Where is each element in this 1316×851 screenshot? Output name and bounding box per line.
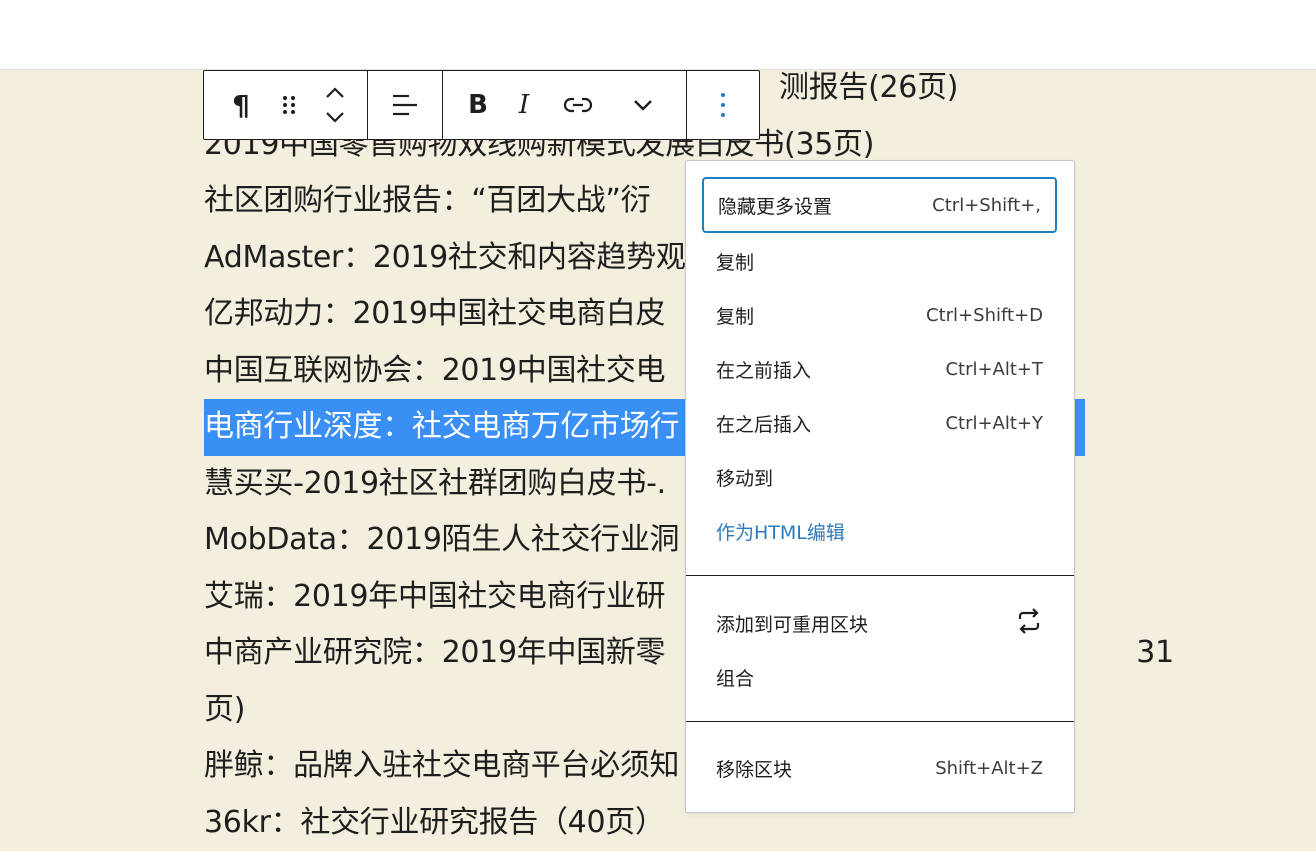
menu-item-label: 移除区块 <box>716 755 792 782</box>
menu-item-shortcut: Ctrl+Shift+, <box>932 195 1041 216</box>
menu-item-label: 作为HTML编辑 <box>716 518 845 545</box>
paragraph-icon[interactable]: ¶ <box>216 71 266 139</box>
block-options-menu: 隐藏更多设置 Ctrl+Shift+, 复制 复制 Ctrl+Shift+D 在… <box>685 160 1075 813</box>
block-toolbar: ¶ B I <box>203 70 760 140</box>
menu-item-shortcut: Ctrl+Alt+T <box>945 359 1043 380</box>
drag-handle-icon[interactable] <box>266 71 312 139</box>
add-to-reusable-item[interactable]: 添加到可重用区块 <box>702 596 1057 650</box>
menu-item-shortcut: Shift+Alt+Z <box>935 758 1043 779</box>
menu-divider <box>686 721 1074 722</box>
align-icon[interactable] <box>382 71 428 139</box>
insert-before-item[interactable]: 在之前插入 Ctrl+Alt+T <box>702 342 1057 396</box>
menu-item-label: 复制 <box>716 248 754 275</box>
copy-item[interactable]: 复制 <box>702 234 1057 288</box>
menu-item-label: 隐藏更多设置 <box>718 192 832 219</box>
remove-block-item[interactable]: 移除区块 Shift+Alt+Z <box>702 741 1057 795</box>
vertical-ellipsis-icon[interactable] <box>700 71 746 139</box>
italic-button[interactable]: I <box>501 71 547 139</box>
duplicate-item[interactable]: 复制 Ctrl+Shift+D <box>702 288 1057 342</box>
align-group <box>368 71 443 139</box>
group-item[interactable]: 组合 <box>702 650 1057 704</box>
edit-as-html-item[interactable]: 作为HTML编辑 <box>702 504 1057 558</box>
block-type-group: ¶ <box>204 71 368 139</box>
chevron-down-icon[interactable] <box>609 71 677 139</box>
menu-item-label: 组合 <box>716 664 754 691</box>
link-icon[interactable] <box>547 71 609 139</box>
reusable-block-icon <box>1015 607 1043 640</box>
menu-item-label: 在之后插入 <box>716 410 811 437</box>
menu-item-label: 在之前插入 <box>716 356 811 383</box>
menu-divider <box>686 575 1074 576</box>
options-group <box>687 71 759 139</box>
formatting-group: B I <box>443 71 687 139</box>
menu-item-label: 添加到可重用区块 <box>716 610 868 637</box>
move-up-down-icon[interactable] <box>312 71 358 139</box>
menu-item-label: 移动到 <box>716 464 773 491</box>
bold-button[interactable]: B <box>455 71 501 139</box>
menu-item-label: 复制 <box>716 302 754 329</box>
move-to-item[interactable]: 移动到 <box>702 450 1057 504</box>
hide-more-settings-item[interactable]: 隐藏更多设置 Ctrl+Shift+, <box>702 177 1057 233</box>
insert-after-item[interactable]: 在之后插入 Ctrl+Alt+Y <box>702 396 1057 450</box>
menu-item-shortcut: Ctrl+Shift+D <box>926 305 1043 326</box>
menu-item-shortcut: Ctrl+Alt+Y <box>945 413 1043 434</box>
